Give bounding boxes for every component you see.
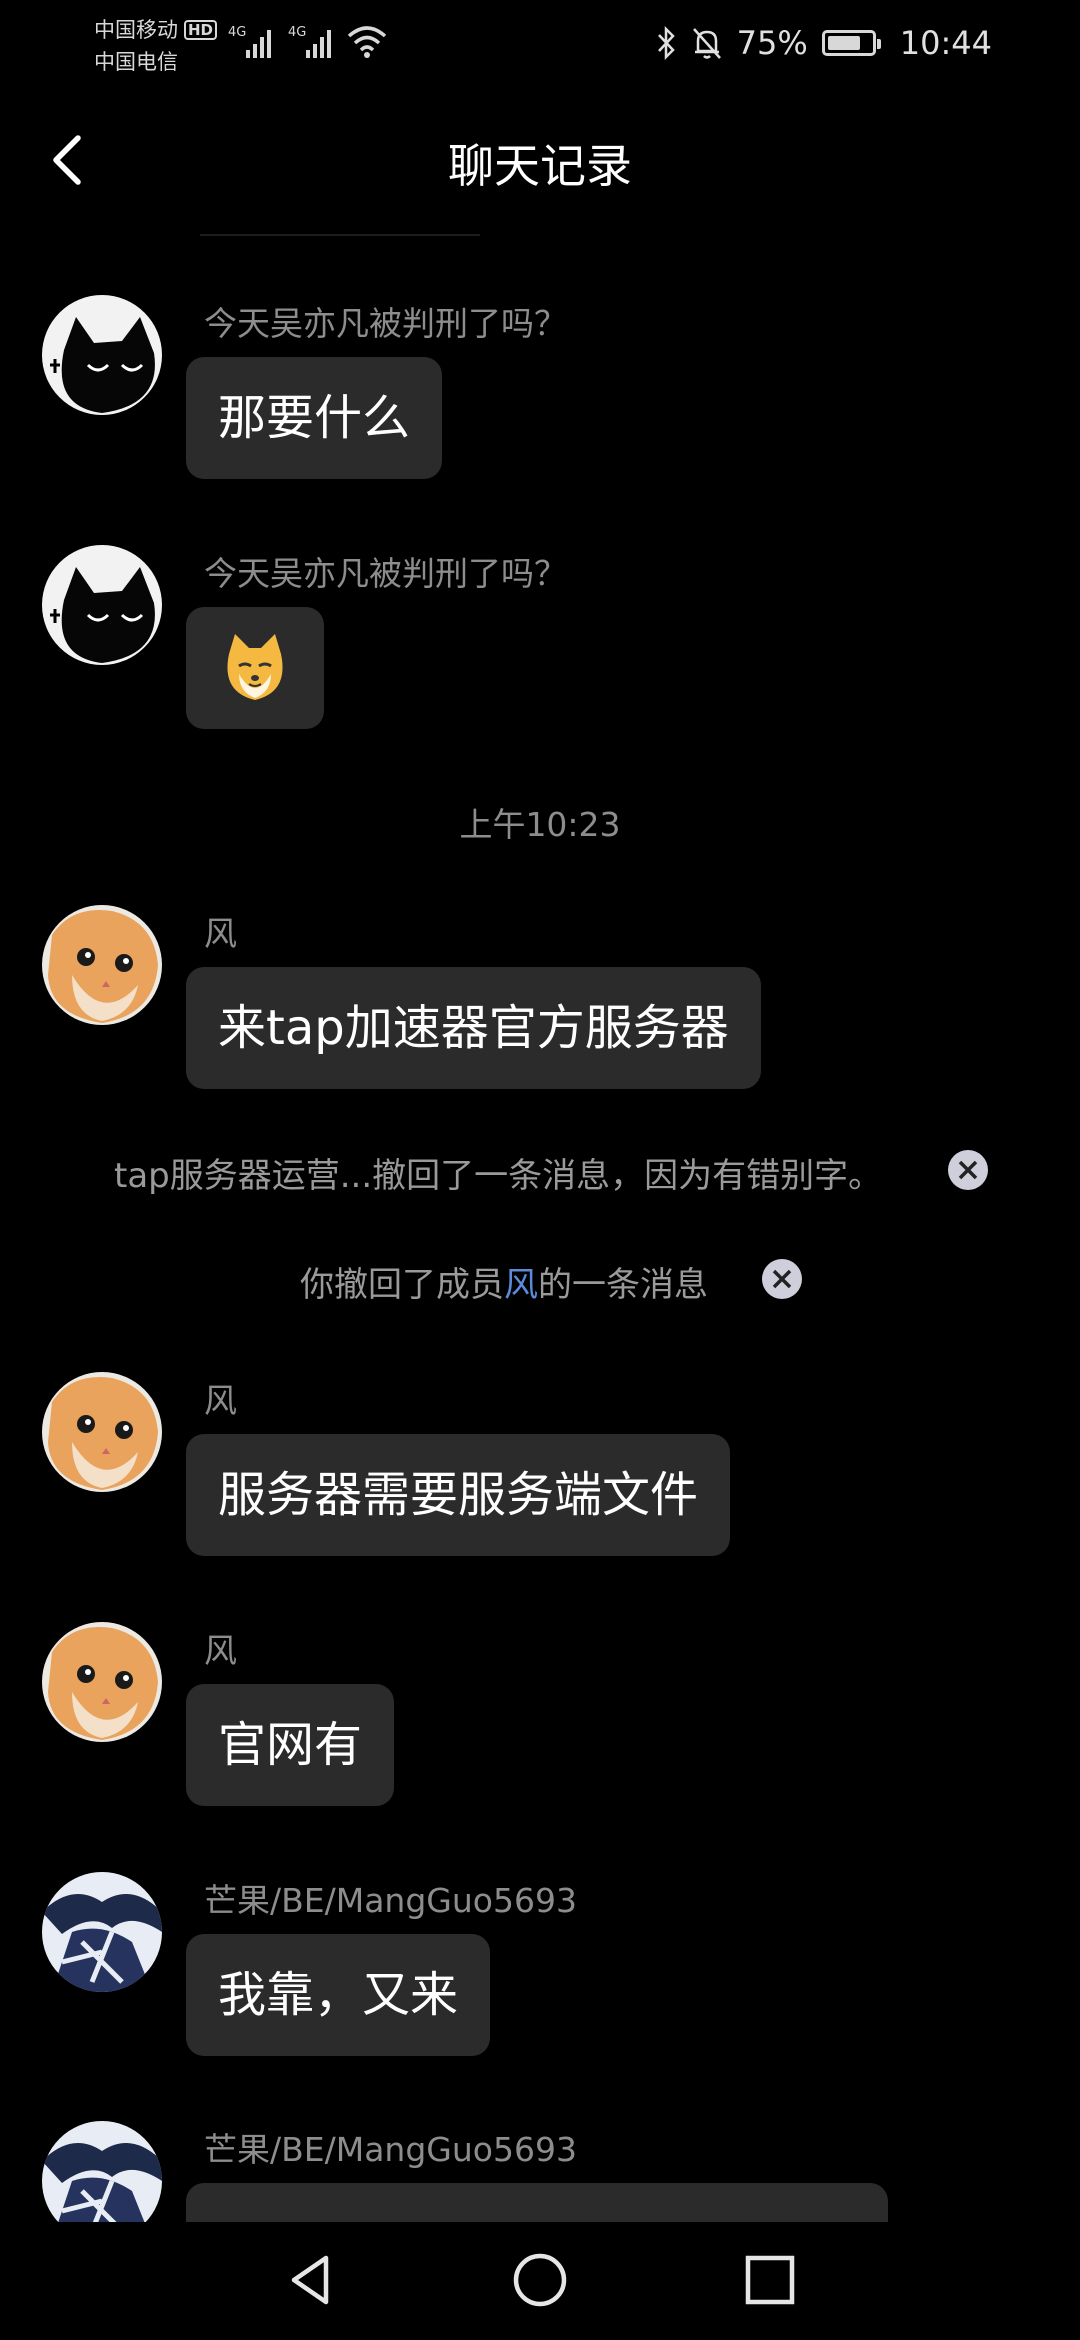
anime-avatar-icon	[42, 2121, 162, 2222]
sender-name: 今天吴亦凡被判刑了吗？	[204, 304, 567, 343]
home-circle-icon[interactable]	[510, 2250, 570, 2310]
anime-avatar-icon	[42, 1872, 162, 1992]
hd-badge: HD	[184, 20, 218, 40]
network-type-1: 4G	[228, 25, 246, 40]
orange-cat-avatar-icon	[42, 1372, 162, 1492]
recents-square-icon[interactable]	[740, 2250, 800, 2310]
message-bubble[interactable]: 那要什么	[186, 357, 443, 479]
battery-percent: 75%	[736, 24, 808, 62]
sender-name: 今天吴亦凡被判刑了吗？	[204, 554, 567, 593]
notice-text: 你撤回了成员风的一条消息	[300, 1257, 708, 1306]
network-type-2: 4G	[288, 25, 306, 40]
close-icon[interactable]	[948, 1150, 988, 1190]
shiba-sticker-icon	[227, 634, 283, 700]
signal-icon-2: 4G	[288, 25, 331, 58]
wifi-icon	[347, 26, 387, 58]
avatar[interactable]	[42, 1872, 162, 1992]
status-bar: 中国移动 HD 中国电信 4G 4G 75% 10:44	[0, 0, 1080, 90]
message-bubble[interactable]	[186, 2183, 888, 2222]
avatar[interactable]	[42, 905, 162, 1025]
avatar[interactable]	[42, 545, 162, 665]
sender-name: 风	[204, 1631, 237, 1670]
carrier-2: 中国电信	[94, 50, 178, 74]
mute-bell-icon	[692, 28, 721, 59]
recall-notice: tap服务器运营...撤回了一条消息，因为有错别字。	[0, 1148, 1080, 1198]
signal-icon: 4G	[228, 25, 271, 58]
recall-notice: 你撤回了成员风的一条消息	[0, 1257, 1080, 1307]
header: 聊天记录	[0, 110, 1080, 210]
timestamp: 上午10:23	[459, 805, 621, 844]
header-divider	[200, 234, 480, 236]
orange-cat-avatar-icon	[42, 905, 162, 1025]
notice-prefix: 你撤回了成员	[300, 1265, 504, 1305]
notice-text: tap服务器运营...撤回了一条消息，因为有错别字。	[114, 1156, 883, 1196]
sender-name: 芒果/BE/MangGuo5693	[204, 1881, 577, 1920]
sender-name: 风	[204, 914, 237, 953]
black-cat-avatar-icon	[42, 295, 162, 415]
bluetooth-icon	[657, 25, 675, 61]
back-triangle-icon[interactable]	[280, 2250, 340, 2310]
sender-name: 风	[204, 1381, 237, 1420]
message-bubble[interactable]: 来tap加速器官方服务器	[186, 967, 761, 1089]
message-bubble[interactable]: 官网有	[186, 1684, 395, 1806]
chat-history[interactable]: 今天吴亦凡被判刑了吗？ 那要什么 今天吴亦凡被判刑了吗？ 上午10:23 风 来…	[0, 250, 1080, 2222]
message-bubble[interactable]: 我靠，又来	[186, 1934, 491, 2056]
avatar[interactable]	[42, 1622, 162, 1742]
black-cat-avatar-icon	[42, 545, 162, 665]
carrier-info: 中国移动 HD 中国电信	[94, 14, 218, 78]
page-title: 聊天记录	[448, 139, 632, 193]
close-icon[interactable]	[762, 1259, 802, 1299]
avatar[interactable]	[42, 1372, 162, 1492]
carrier-1: 中国移动	[94, 18, 178, 42]
sticker-bubble[interactable]	[186, 607, 324, 729]
sender-name: 芒果/BE/MangGuo5693	[204, 2130, 577, 2169]
member-name-link[interactable]: 风	[504, 1265, 538, 1305]
battery-icon	[821, 30, 881, 56]
avatar[interactable]	[42, 295, 162, 415]
clock: 10:44	[899, 24, 992, 62]
notice-suffix: 的一条消息	[538, 1265, 708, 1305]
message-bubble[interactable]: 服务器需要服务端文件	[186, 1434, 731, 1556]
orange-cat-avatar-icon	[42, 1622, 162, 1742]
navigation-bar	[0, 2222, 1080, 2340]
avatar[interactable]	[42, 2121, 162, 2222]
